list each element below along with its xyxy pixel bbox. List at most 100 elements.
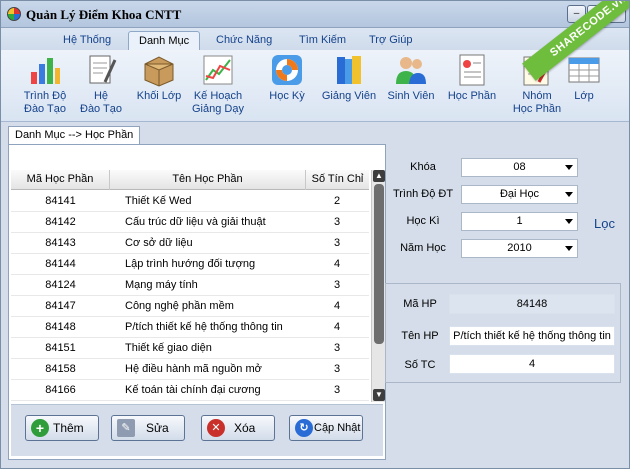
so-tc-field[interactable]: 4 bbox=[449, 354, 615, 374]
row-ma-hp: 84166 bbox=[45, 384, 76, 396]
wrench-icon: ✎ bbox=[117, 419, 135, 437]
menu-bar: Hệ Thống Danh Mục Chức Năng Tìm Kiếm Trợ… bbox=[1, 28, 629, 50]
row-ten-hp: Hệ điều hành mã nguồn mở bbox=[125, 363, 262, 375]
tool-hoc-phan[interactable]: Học Phần bbox=[442, 52, 502, 103]
chevron-down-icon bbox=[565, 165, 573, 170]
row-ten-hp: Công nghệ phần mềm bbox=[125, 300, 234, 312]
row-so-tc: 3 bbox=[333, 279, 341, 291]
row-so-tc: 3 bbox=[333, 363, 341, 375]
course-grid[interactable]: Mã Học Phần Tên Học Phần Số Tín Chỉ 8414… bbox=[11, 170, 369, 402]
row-so-tc: 4 bbox=[333, 321, 341, 333]
users-icon bbox=[396, 57, 426, 84]
chevron-down-icon bbox=[565, 219, 573, 224]
khoa-label: Khóa bbox=[410, 161, 436, 173]
update-button[interactable]: ↻ Cập Nhật bbox=[289, 415, 363, 441]
row-so-tc: 2 bbox=[333, 195, 341, 207]
refresh-icon: ↻ bbox=[295, 419, 313, 437]
row-ma-hp: 84147 bbox=[45, 300, 76, 312]
row-ten-hp: Lập trình hướng đối tượng bbox=[125, 258, 256, 270]
ma-hp-field[interactable]: 84148 bbox=[449, 294, 615, 314]
hoc-ki-select[interactable]: 1 bbox=[461, 212, 578, 231]
title-bar: Quản Lý Điểm Khoa CNTT – ❐ ✕ bbox=[1, 1, 629, 28]
row-so-tc: 4 bbox=[333, 300, 341, 312]
row-so-tc: 3 bbox=[333, 216, 341, 228]
nam-hoc-label: Năm Học bbox=[400, 242, 446, 254]
report-icon bbox=[459, 54, 485, 86]
lifebuoy-icon bbox=[272, 55, 302, 85]
row-ten-hp: P/tích thiết kế hệ thống thông tin bbox=[125, 321, 283, 333]
column-header-ten-hp[interactable]: Tên Học Phần bbox=[110, 170, 306, 190]
scrollbar-thumb[interactable] bbox=[374, 184, 384, 344]
window-title: Quản Lý Điểm Khoa CNTT bbox=[26, 7, 182, 22]
row-ten-hp: Thiết kế giao diện bbox=[125, 342, 212, 354]
column-header-ma-hp[interactable]: Mã Học Phần bbox=[11, 170, 110, 190]
row-so-tc: 4 bbox=[333, 258, 341, 270]
row-ma-hp: 84151 bbox=[45, 342, 76, 354]
row-ten-hp: Thiết Kế Wed bbox=[125, 195, 192, 207]
so-tc-label: Số TC bbox=[404, 359, 436, 371]
ten-hp-field[interactable]: P/tích thiết kế hệ thống thông tin bbox=[449, 326, 615, 346]
add-button[interactable]: + Thêm bbox=[25, 415, 99, 441]
filter-panel: Khóa 08 Trình Độ ĐT Đại Học Học Kì 1 Năm… bbox=[389, 144, 629, 274]
nam-hoc-select[interactable]: 2010 bbox=[461, 239, 578, 258]
tab-he-thong[interactable]: Hệ Thống bbox=[53, 31, 121, 50]
trinh-do-select[interactable]: Đại Học bbox=[461, 185, 578, 204]
table-row[interactable]: 84142 Cấu trúc dữ liệu và giải thuật 3 bbox=[11, 212, 369, 233]
course-detail-panel: Mã HP 84148 Tên HP P/tích thiết kế hệ th… bbox=[385, 283, 621, 383]
delete-x-icon: ✕ bbox=[207, 419, 225, 437]
action-bar: + Thêm ✎ Sửa ✕ Xóa ↻ Cập Nhật bbox=[11, 404, 383, 456]
ten-hp-label: Tên HP bbox=[401, 330, 439, 342]
edit-button[interactable]: ✎ Sửa bbox=[111, 415, 185, 441]
content-area: Danh Mục --> Học Phần Mã Học Phần Tên Họ… bbox=[1, 123, 629, 468]
delete-button[interactable]: ✕ Xóa bbox=[201, 415, 275, 441]
table-icon bbox=[568, 57, 600, 83]
box-icon bbox=[144, 56, 174, 87]
hoc-ki-label: Học Kì bbox=[406, 215, 440, 227]
row-ma-hp: 84124 bbox=[45, 279, 76, 291]
tool-hoc-ky[interactable]: Học Kỳ bbox=[257, 52, 317, 103]
column-header-so-tc[interactable]: Số Tín Chỉ bbox=[306, 170, 369, 190]
row-ten-hp: Kế toán tài chính đại cương bbox=[125, 384, 261, 396]
row-ma-hp: 84144 bbox=[45, 258, 76, 270]
table-row[interactable]: 84166 Kế toán tài chính đại cương 3 bbox=[11, 380, 369, 401]
row-ma-hp: 84141 bbox=[45, 195, 76, 207]
document-pen-icon bbox=[89, 55, 117, 84]
tool-giang-vien[interactable]: Giảng Viên bbox=[319, 52, 379, 103]
tab-tro-giup[interactable]: Trợ Giúp bbox=[359, 31, 422, 50]
row-so-tc: 3 bbox=[333, 384, 341, 396]
khoa-select[interactable]: 08 bbox=[461, 158, 578, 177]
scroll-down-icon[interactable]: ▼ bbox=[373, 389, 385, 401]
breadcrumb[interactable]: Danh Mục --> Học Phần bbox=[8, 126, 141, 144]
row-ten-hp: Cấu trúc dữ liệu và giải thuật bbox=[125, 216, 266, 228]
tool-ke-hoach-giang-day[interactable]: Kế Hoạch Giảng Dạy bbox=[188, 52, 248, 116]
row-ten-hp: Cơ sở dữ liệu bbox=[125, 237, 193, 249]
line-chart-icon bbox=[203, 55, 233, 85]
table-row[interactable]: 84147 Công nghệ phần mềm 4 bbox=[11, 296, 369, 317]
ma-hp-label: Mã HP bbox=[403, 298, 437, 310]
chevron-down-icon bbox=[565, 192, 573, 197]
chevron-down-icon bbox=[565, 246, 573, 251]
trinh-do-label: Trình Độ ĐT bbox=[392, 188, 454, 200]
tool-he-dao-tao[interactable]: Hệ Đào Tạo bbox=[71, 52, 131, 116]
row-ma-hp: 84148 bbox=[45, 321, 76, 333]
table-row[interactable]: 84124 Mạng máy tính 3 bbox=[11, 275, 369, 296]
tool-khoi-lop[interactable]: Khối Lớp bbox=[129, 52, 189, 103]
tab-tim-kiem[interactable]: Tìm Kiếm bbox=[289, 31, 356, 50]
table-row[interactable]: 84151 Thiết kế giao diện 3 bbox=[11, 338, 369, 359]
tool-sinh-vien[interactable]: Sinh Viên bbox=[381, 52, 441, 103]
table-row[interactable]: 84141 Thiết Kế Wed 2 bbox=[11, 191, 369, 212]
table-row[interactable]: 84148 P/tích thiết kế hệ thống thông tin 4 bbox=[11, 317, 369, 338]
scroll-up-icon[interactable]: ▲ bbox=[373, 170, 385, 182]
filter-button[interactable]: Lọc bbox=[594, 216, 615, 231]
table-row[interactable]: 84158 Hệ điều hành mã nguồn mở 3 bbox=[11, 359, 369, 380]
tool-lop[interactable]: Lớp bbox=[554, 52, 614, 103]
course-list-panel: Mã Học Phần Tên Học Phần Số Tín Chỉ 8414… bbox=[8, 144, 386, 460]
row-ma-hp: 84142 bbox=[45, 216, 76, 228]
row-ma-hp: 84158 bbox=[45, 363, 76, 375]
tab-chuc-nang[interactable]: Chức Năng bbox=[206, 31, 282, 50]
table-row[interactable]: 84144 Lập trình hướng đối tượng 4 bbox=[11, 254, 369, 275]
table-row[interactable]: 84143 Cơ sở dữ liệu 3 bbox=[11, 233, 369, 254]
tab-danh-muc[interactable]: Danh Mục bbox=[128, 31, 201, 50]
tool-trinh-do-dao-tao[interactable]: Trình Độ Đào Tạo bbox=[15, 52, 75, 116]
grid-scrollbar[interactable]: ▲ ▼ bbox=[371, 170, 385, 402]
